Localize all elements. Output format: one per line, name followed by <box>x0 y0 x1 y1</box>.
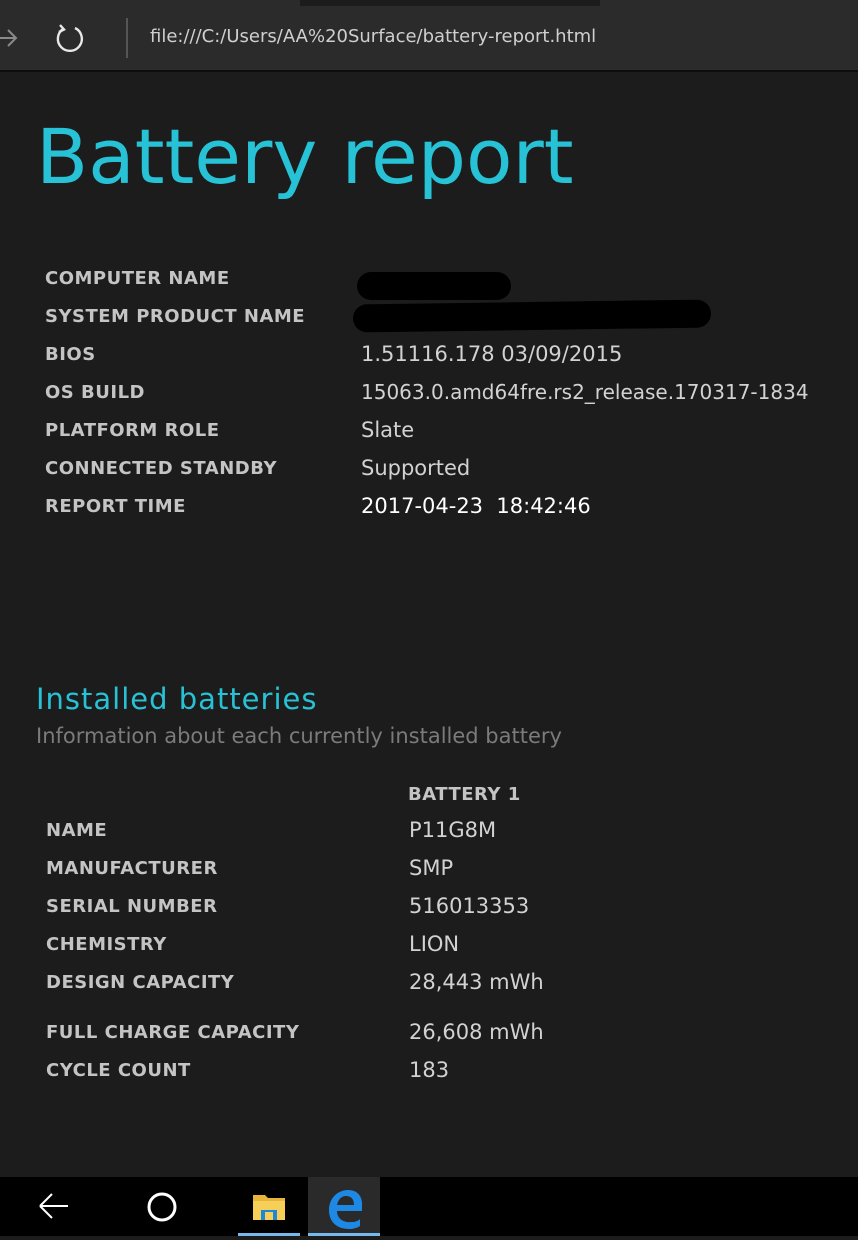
battery-value: 26,608 mWh <box>409 1020 544 1044</box>
battery-label: DESIGN CAPACITY <box>46 972 235 993</box>
info-label: PLATFORM ROLE <box>45 420 220 441</box>
info-value: 2017-04-23 18:42:46 <box>361 494 591 518</box>
redaction-mark <box>357 272 511 300</box>
battery-value: SMP <box>409 856 454 880</box>
battery-label: MANUFACTURER <box>46 858 218 879</box>
info-value: Slate <box>361 418 415 442</box>
info-label: BIOS <box>45 344 96 365</box>
back-arrow-icon[interactable] <box>26 1177 82 1236</box>
redaction-mark <box>352 299 712 333</box>
info-value: Supported <box>361 456 471 480</box>
edge-browser-icon[interactable] <box>308 1177 380 1236</box>
battery-label: CHEMISTRY <box>46 934 167 955</box>
address-separator <box>126 18 128 58</box>
battery-value: 28,443 mWh <box>409 970 544 994</box>
info-value: 15063.0.amd64fre.rs2_release.170317-1834 <box>361 380 809 404</box>
info-label: CONNECTED STANDBY <box>45 458 277 479</box>
info-value: 1.51116.178 03/09/2015 <box>361 342 623 366</box>
info-label: COMPUTER NAME <box>45 268 230 289</box>
battery-value: 516013353 <box>409 894 530 918</box>
taskbar <box>0 1177 858 1236</box>
battery-value: P11G8M <box>409 818 497 842</box>
forward-arrow-icon[interactable] <box>0 23 22 53</box>
battery-label: SERIAL NUMBER <box>46 896 218 917</box>
battery-label: FULL CHARGE CAPACITY <box>46 1022 300 1043</box>
info-label: OS BUILD <box>45 382 145 403</box>
battery-value: LION <box>409 932 460 956</box>
url-text[interactable]: file:///C:/Users/AA%20Surface/battery-re… <box>150 26 596 47</box>
page-title: Battery report <box>36 112 574 201</box>
battery-label: NAME <box>46 820 108 841</box>
battery-column-header: BATTERY 1 <box>408 784 521 805</box>
refresh-icon[interactable] <box>50 22 88 56</box>
battery-label: CYCLE COUNT <box>46 1060 191 1081</box>
section-title: Installed batteries <box>36 682 318 716</box>
section-subtitle: Information about each currently install… <box>36 724 562 748</box>
battery-value: 183 <box>409 1058 450 1082</box>
address-bar: file:///C:/Users/AA%20Surface/battery-re… <box>0 6 858 72</box>
info-label: REPORT TIME <box>45 496 186 517</box>
info-label: SYSTEM PRODUCT NAME <box>45 306 306 327</box>
file-explorer-icon[interactable] <box>238 1177 300 1236</box>
home-circle-icon[interactable] <box>134 1177 190 1236</box>
